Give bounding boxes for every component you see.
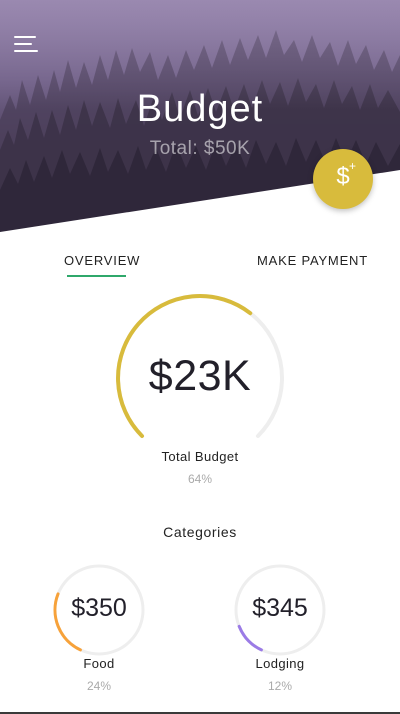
- category-percent: 12%: [267, 679, 293, 693]
- dollar-icon: $: [336, 163, 350, 190]
- category-label: Lodging: [255, 656, 305, 671]
- plus-icon: +: [349, 159, 357, 173]
- categories-heading: Categories: [163, 524, 237, 540]
- menu-line: [14, 36, 36, 38]
- total-budget-amount: $23K: [148, 352, 252, 400]
- menu-line: [14, 43, 32, 45]
- total-budget-label: Total Budget: [161, 449, 239, 464]
- category-label: Food: [83, 656, 115, 671]
- category-lodging[interactable]: $345 Lodging 12%: [210, 560, 350, 700]
- category-food[interactable]: $350 Food 24%: [29, 560, 169, 700]
- hamburger-menu-icon[interactable]: [14, 34, 38, 54]
- tab-make-payment[interactable]: MAKE PAYMENT: [257, 253, 368, 268]
- category-amount: $345: [252, 594, 308, 622]
- category-amount: $350: [71, 594, 127, 622]
- add-money-button[interactable]: $ +: [313, 149, 373, 209]
- category-percent: 24%: [86, 679, 112, 693]
- tab-overview[interactable]: OVERVIEW: [64, 253, 140, 268]
- page-title: Budget: [136, 88, 264, 130]
- progress-ring-arc: [237, 624, 263, 652]
- total-budget-percent: 64%: [187, 472, 213, 486]
- menu-line: [14, 50, 38, 52]
- active-tab-indicator: [67, 275, 126, 277]
- tab-bar: OVERVIEW MAKE PAYMENT: [0, 253, 400, 283]
